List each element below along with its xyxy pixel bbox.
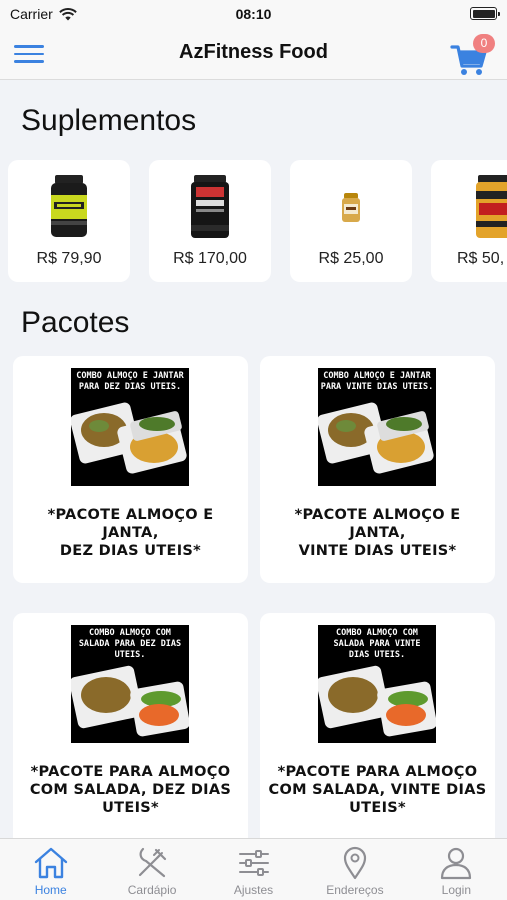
package-title: *PACOTE ALMOÇO E JANTA, VINTE DIAS UTEIS… <box>294 507 461 559</box>
small-supplement-jar-icon <box>342 193 360 222</box>
supplement-price: R$ 50, <box>457 250 505 267</box>
tab-enderecos[interactable]: Endereços <box>304 839 405 900</box>
rush-preworkout-jar-icon <box>476 175 507 238</box>
cart-button[interactable]: 0 <box>449 32 495 76</box>
supplement-price: R$ 79,90 <box>36 250 102 267</box>
tab-login[interactable]: Login <box>406 839 507 900</box>
supplement-card[interactable]: R$ 25,00 <box>290 160 412 282</box>
package-card[interactable]: COMBO ALMOÇO COM SALADA PARA DEZ DIAS UT… <box>13 613 248 853</box>
sliders-icon <box>238 850 269 876</box>
supplement-card[interactable]: R$ 170,00 <box>149 160 271 282</box>
tab-label: Cardápio <box>127 883 177 897</box>
tab-label: Home <box>34 883 67 897</box>
nav-bar: AzFitness Food 0 <box>0 28 507 80</box>
package-banner-line: DIAS UTEIS. <box>349 650 405 660</box>
package-banner-line: PARA VINTE DIAS UTEIS. <box>321 382 434 392</box>
package-image: COMBO ALMOÇO COM SALADA PARA VINTE DIAS … <box>318 625 436 743</box>
package-banner-line: SALADA PARA DEZ DIAS <box>79 639 181 649</box>
app-title: AzFitness Food <box>179 41 328 63</box>
cart-count-badge: 0 <box>473 34 495 53</box>
package-image: COMBO ALMOÇO COM SALADA PARA DEZ DIAS UT… <box>71 625 189 743</box>
package-banner-line: COMBO ALMOÇO E JANTAR <box>323 371 431 381</box>
tab-home[interactable]: Home <box>0 839 101 900</box>
supplement-price: R$ 170,00 <box>173 250 247 267</box>
battery-icon <box>470 7 500 20</box>
user-icon <box>441 847 472 880</box>
map-pin-icon <box>343 846 367 880</box>
tab-ajustes[interactable]: Ajustes <box>203 839 304 900</box>
package-card[interactable]: COMBO ALMOÇO COM SALADA PARA VINTE DIAS … <box>260 613 495 853</box>
package-banner-line: UTEIS. <box>115 650 146 660</box>
section-title-packages: Pacotes <box>21 306 130 339</box>
supplement-card[interactable]: R$ 79,90 <box>8 160 130 282</box>
status-bar: Carrier 08:10 <box>0 0 507 28</box>
tab-bar: Home Cardápio Ajustes Endereços Login <box>0 838 507 900</box>
supplement-card[interactable]: R$ 50, <box>431 160 507 282</box>
tab-label: Login <box>441 883 472 897</box>
package-image: COMBO ALMOÇO E JANTAR PARA DEZ DIAS UTEI… <box>71 368 189 486</box>
utensils-icon <box>139 847 167 878</box>
package-title: *PACOTE ALMOÇO E JANTA, DEZ DIAS UTEIS* <box>47 507 214 559</box>
package-card[interactable]: COMBO ALMOÇO E JANTAR PARA DEZ DIAS UTEI… <box>13 356 248 583</box>
tab-label: Ajustes <box>233 883 274 897</box>
tab-cardapio[interactable]: Cardápio <box>101 839 202 900</box>
package-image: COMBO ALMOÇO E JANTAR PARA VINTE DIAS UT… <box>318 368 436 486</box>
package-title: *PACOTE PARA ALMOÇO COM SALADA, VINTE DI… <box>268 764 487 816</box>
whey-protein-jar-icon <box>191 175 229 238</box>
package-card[interactable]: COMBO ALMOÇO E JANTAR PARA VINTE DIAS UT… <box>260 356 495 583</box>
package-banner-line: PARA DEZ DIAS UTEIS. <box>79 382 181 392</box>
package-banner-line: COMBO ALMOÇO COM <box>89 628 171 638</box>
home-icon <box>34 847 67 879</box>
package-banner-line: SALADA PARA VINTE <box>334 639 421 649</box>
package-banner-line: COMBO ALMOÇO COM <box>336 628 418 638</box>
creatine-jar-icon <box>51 175 87 237</box>
section-title-supplements: Suplementos <box>21 104 197 137</box>
clock: 08:10 <box>235 6 272 22</box>
tab-label: Endereços <box>326 883 384 897</box>
package-title: *PACOTE PARA ALMOÇO COM SALADA, DEZ DIAS… <box>29 764 232 816</box>
supplement-price: R$ 25,00 <box>318 250 384 267</box>
package-banner-line: COMBO ALMOÇO E JANTAR <box>76 371 184 381</box>
supplements-carousel[interactable]: R$ 79,90 R$ 170,00 R$ 25,00 R$ 50, <box>8 160 507 282</box>
